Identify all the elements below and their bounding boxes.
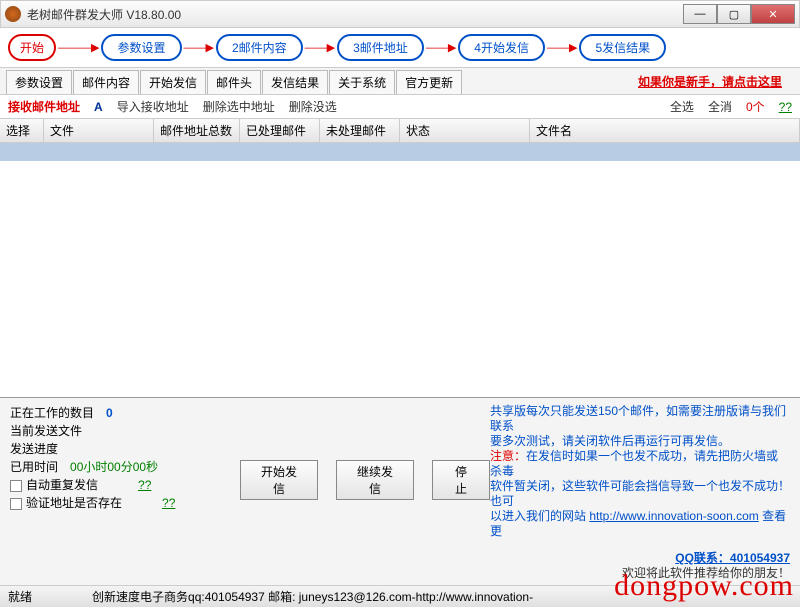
maximize-button[interactable]: ▢	[717, 4, 751, 24]
col-file[interactable]: 文件	[44, 119, 154, 142]
notice-warn: 注意：	[490, 449, 526, 463]
auto-resend-label: 自动重复发信	[26, 478, 98, 492]
tab-header[interactable]: 邮件头	[207, 70, 261, 94]
unselect-all-button[interactable]: 全消	[708, 98, 732, 115]
tab-bar: 参数设置 邮件内容 开始发信 邮件头 发信结果 关于系统 官方更新 如果你是新手…	[0, 68, 800, 94]
website-link[interactable]: http://www.innovation-soon.com	[589, 509, 758, 523]
help-link[interactable]: ??	[138, 478, 151, 492]
close-button[interactable]: ✕	[751, 4, 795, 24]
col-filename[interactable]: 文件名	[530, 119, 800, 142]
col-total[interactable]: 邮件地址总数	[154, 119, 240, 142]
col-unprocessed[interactable]: 未处理邮件	[320, 119, 400, 142]
welcome-text: 欢迎将此软件推荐给你的朋友！	[490, 566, 790, 581]
notice-line: 以进入我们的网站	[490, 509, 589, 523]
col-processed[interactable]: 已处理邮件	[240, 119, 320, 142]
tab-content[interactable]: 邮件内容	[73, 70, 139, 94]
table-body[interactable]	[0, 143, 800, 403]
delete-unselected-button[interactable]: 删除没选	[289, 98, 337, 115]
step-bar: 开始 ———▶ 参数设置 ——▶ 2邮件内容 ——▶ 3邮件地址 ——▶ 4开始…	[0, 28, 800, 68]
qq-contact-link[interactable]: QQ联系：401054937	[490, 551, 790, 566]
notice-line: 软件暂关闭，这些软件可能会挡信导致一个也发不成功！也可	[490, 479, 790, 509]
step-5[interactable]: 5发信结果	[579, 34, 666, 61]
step-3[interactable]: 3邮件地址	[337, 34, 424, 61]
help-link[interactable]: ??	[779, 100, 792, 114]
select-all-button[interactable]: 全选	[670, 98, 694, 115]
count-label: 0个	[746, 98, 765, 115]
notice-line: 共享版每次只能发送150个邮件，如需要注册版请与我们联系	[490, 404, 790, 434]
table-header: 选择 文件 邮件地址总数 已处理邮件 未处理邮件 状态 文件名	[0, 119, 800, 143]
window-title: 老树邮件群发大师 V18.80.00	[27, 6, 683, 23]
import-button[interactable]: 导入接收地址	[117, 98, 189, 115]
notice-line: 在发信时如果一个也发不成功，请先把防火墙或杀毒	[490, 449, 778, 478]
delete-selected-button[interactable]: 删除选中地址	[203, 98, 275, 115]
toolbar: 接收邮件地址 A 导入接收地址 删除选中地址 删除没选 全选 全消 0个 ??	[0, 94, 800, 119]
tab-result[interactable]: 发信结果	[262, 70, 328, 94]
working-label: 正在工作的数目	[10, 406, 94, 420]
font-icon[interactable]: A	[94, 100, 103, 114]
continue-send-button[interactable]: 继续发信	[336, 460, 414, 500]
arrow-icon: ——▶	[426, 41, 456, 54]
tab-params[interactable]: 参数设置	[6, 70, 72, 94]
step-start[interactable]: 开始	[8, 34, 56, 61]
table-row[interactable]	[0, 143, 800, 161]
newbie-link[interactable]: 如果你是新手，请点击这里	[626, 70, 794, 94]
toolbar-title: 接收邮件地址	[8, 98, 80, 115]
help-link[interactable]: ??	[162, 496, 175, 510]
tab-send[interactable]: 开始发信	[140, 70, 206, 94]
app-icon	[5, 6, 21, 22]
elapsed-label: 已用时间	[10, 460, 58, 474]
col-status[interactable]: 状态	[400, 119, 530, 142]
title-bar: 老树邮件群发大师 V18.80.00 — ▢ ✕	[0, 0, 800, 28]
status-info: 创新速度电子商务qq:401054937 邮箱: juneys123@126.c…	[92, 588, 533, 605]
working-value: 0	[106, 406, 113, 420]
current-file-label: 当前发送文件	[10, 422, 240, 440]
col-select[interactable]: 选择	[0, 119, 44, 142]
notice-panel: 共享版每次只能发送150个邮件，如需要注册版请与我们联系 要多次测试，请关闭软件…	[490, 404, 790, 581]
verify-label: 验证地址是否存在	[26, 496, 122, 510]
tab-update[interactable]: 官方更新	[396, 70, 462, 94]
step-2[interactable]: 2邮件内容	[216, 34, 303, 61]
start-send-button[interactable]: 开始发信	[240, 460, 318, 500]
status-ready: 就绪	[8, 588, 32, 605]
auto-resend-checkbox[interactable]	[10, 480, 22, 492]
arrow-icon: ——▶	[547, 41, 577, 54]
progress-label: 发送进度	[10, 440, 240, 458]
elapsed-value: 00小时00分00秒	[70, 460, 158, 474]
stop-button[interactable]: 停止	[432, 460, 490, 500]
tab-about[interactable]: 关于系统	[329, 70, 395, 94]
bottom-panel: 正在工作的数目 0 当前发送文件 发送进度 已用时间 00小时00分00秒 自动重复…	[0, 397, 800, 585]
notice-line: 要多次测试，请关闭软件后再运行可再发信。	[490, 434, 790, 449]
step-1[interactable]: 参数设置	[101, 34, 181, 61]
status-bar: 就绪 创新速度电子商务qq:401054937 邮箱: juneys123@12…	[0, 585, 800, 607]
minimize-button[interactable]: —	[683, 4, 717, 24]
verify-checkbox[interactable]	[10, 498, 22, 510]
arrow-icon: ——▶	[184, 41, 214, 54]
step-4[interactable]: 4开始发信	[458, 34, 545, 61]
arrow-icon: ———▶	[58, 41, 99, 54]
arrow-icon: ——▶	[305, 41, 335, 54]
